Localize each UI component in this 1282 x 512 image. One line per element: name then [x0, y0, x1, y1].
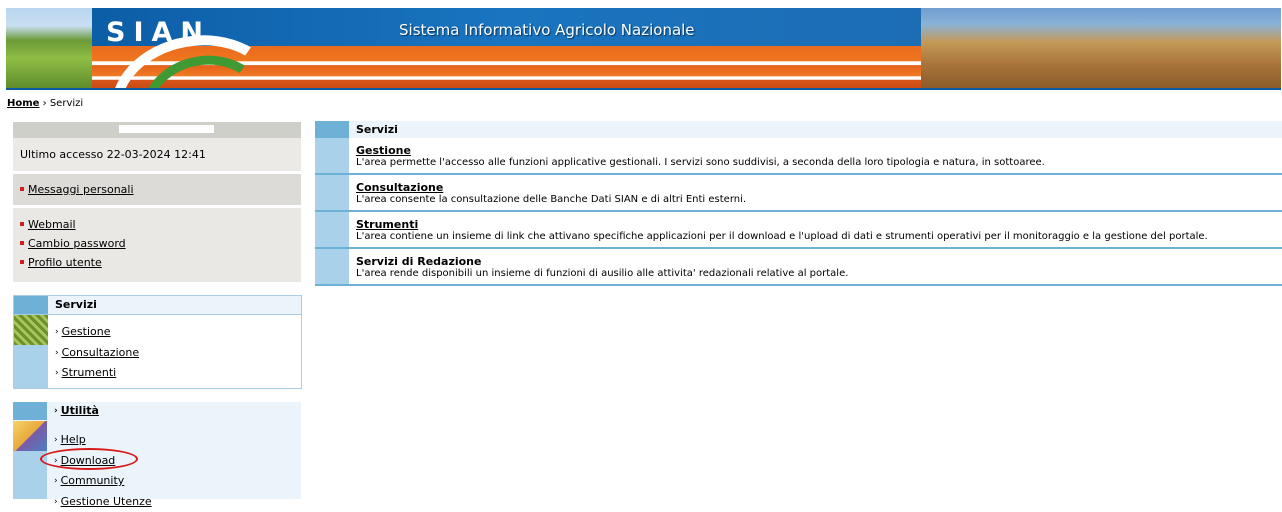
site-title: Sistema Informativo Agricolo Nazionale [399, 21, 695, 39]
servizi-item: ›Consultazione [55, 343, 139, 364]
user-profile-link[interactable]: Profilo utente [28, 256, 102, 269]
tools-image [13, 421, 47, 451]
breadcrumb: Home › Servizi [7, 98, 83, 109]
help-link[interactable]: Help [61, 433, 86, 446]
service-row: Gestione L'area permette l'accesso alle … [315, 138, 1282, 175]
user-link-item: Cambio password [20, 234, 294, 253]
service-description: L'area consente la consultazione delle B… [356, 194, 1282, 206]
last-access-text: Ultimo accesso 22-03-2024 12:41 [13, 138, 301, 171]
chevron-right-icon: › [54, 431, 58, 451]
user-panel: Ultimo accesso 22-03-2024 12:41 Messaggi… [13, 122, 301, 282]
webmail-link[interactable]: Webmail [28, 218, 76, 231]
servizi-side-box: Servizi ›Gestione ›Consultazione ›Strume… [13, 295, 302, 389]
user-link-item: Webmail [20, 215, 294, 234]
service-redazione-title: Servizi di Redazione [356, 256, 1282, 268]
messages-link[interactable]: Messaggi personali [28, 183, 134, 196]
service-row: Strumenti L'area contiene un insieme di … [315, 212, 1282, 249]
chevron-right-icon: › [55, 323, 59, 343]
header-square [315, 121, 349, 138]
breadcrumb-home-link[interactable]: Home [7, 98, 39, 109]
breadcrumb-separator: › [43, 98, 47, 109]
servizi-box-items: ›Gestione ›Consultazione ›Strumenti [55, 322, 139, 384]
user-name-bar [13, 122, 301, 138]
site-header: SIAN Sistema Informativo Agricolo Nazion… [6, 8, 1281, 89]
utilita-box-title: ›Utilità [54, 404, 99, 417]
service-row: Servizi di Redazione L'area rende dispon… [315, 249, 1282, 286]
utilita-box-header: ›Utilità [13, 402, 301, 420]
bullet-icon [20, 222, 24, 226]
utilita-title-link[interactable]: Utilità [61, 404, 99, 417]
utilita-item: ›Help [54, 430, 152, 451]
header-square [14, 296, 48, 314]
download-highlight-circle [40, 448, 138, 470]
service-body: Gestione L'area permette l'accesso alle … [356, 138, 1282, 173]
utilita-item: ›Community [54, 471, 152, 492]
site-logo[interactable]: SIAN [106, 17, 211, 48]
servizi-box-header: Servizi [14, 296, 301, 315]
bullet-icon [20, 241, 24, 245]
chevron-right-icon: › [55, 344, 59, 364]
bullet-icon [20, 187, 24, 191]
change-password-link[interactable]: Cambio password [28, 237, 126, 250]
servizi-main-panel: Servizi Gestione L'area permette l'acces… [315, 121, 1282, 286]
service-row-marker [315, 212, 349, 247]
service-row: Consultazione L'area consente la consult… [315, 175, 1282, 212]
header-divider [6, 88, 1281, 90]
utilita-box-items: ›Help ›Download ›Community ›Gestione Ute… [54, 430, 152, 512]
service-body: Strumenti L'area contiene un insieme di … [356, 212, 1282, 247]
utilita-item: ›Gestione Utenze [54, 492, 152, 512]
header-square [13, 402, 47, 420]
user-management-link[interactable]: Gestione Utenze [61, 495, 152, 508]
servizi-gestione-link[interactable]: Gestione [62, 325, 111, 338]
service-row-marker [315, 138, 349, 173]
service-row-marker [315, 175, 349, 210]
header-field-image [921, 8, 1281, 89]
servizi-box-title: Servizi [55, 298, 97, 311]
servizi-strumenti-link[interactable]: Strumenti [62, 366, 117, 379]
user-link-item: Profilo utente [20, 253, 294, 272]
servizi-consultazione-link[interactable]: Consultazione [62, 346, 140, 359]
service-body: Servizi di Redazione L'area rende dispon… [356, 249, 1282, 284]
servizi-item: ›Gestione [55, 322, 139, 343]
chevron-right-icon: › [55, 364, 59, 384]
service-description: L'area contiene un insieme di link che a… [356, 231, 1282, 243]
wheat-field-image [14, 315, 48, 345]
service-description: L'area rende disponibili un insieme di f… [356, 268, 1282, 280]
service-gestione-link[interactable]: Gestione [356, 145, 1282, 157]
chevron-right-icon: › [54, 472, 58, 492]
service-row-marker [315, 249, 349, 284]
breadcrumb-current: Servizi [50, 98, 83, 109]
main-panel-title: Servizi [356, 123, 398, 136]
community-link[interactable]: Community [61, 474, 125, 487]
bullet-icon [20, 260, 24, 264]
user-links: Webmail Cambio password Profilo utente [13, 208, 301, 282]
chevron-right-icon: › [54, 406, 58, 416]
header-landscape-image [6, 8, 92, 89]
servizi-item: ›Strumenti [55, 363, 139, 384]
service-consultazione-link[interactable]: Consultazione [356, 182, 1282, 194]
service-description: L'area permette l'accesso alle funzioni … [356, 157, 1282, 169]
messages-row: Messaggi personali [13, 174, 301, 205]
service-strumenti-link[interactable]: Strumenti [356, 219, 1282, 231]
service-body: Consultazione L'area consente la consult… [356, 175, 1282, 210]
user-name-redacted [119, 125, 214, 133]
main-panel-header: Servizi [315, 121, 1282, 138]
chevron-right-icon: › [54, 493, 58, 512]
